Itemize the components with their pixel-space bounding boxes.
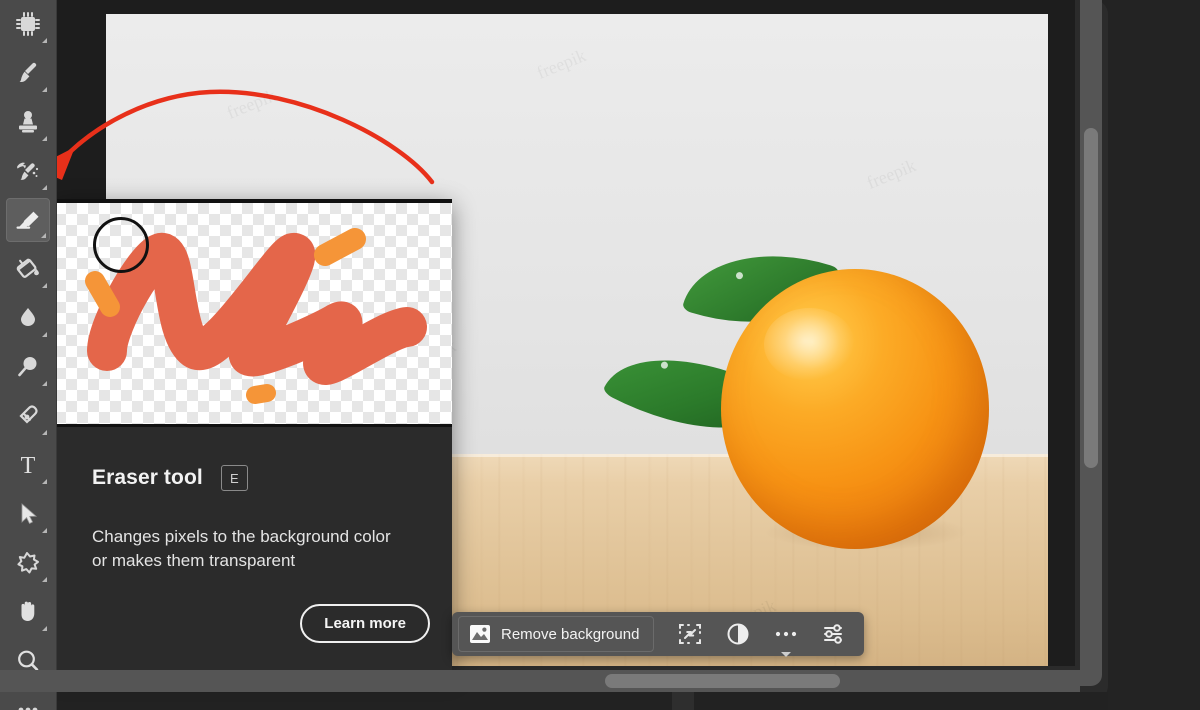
flyout-corner-icon [42,332,47,337]
tool-type[interactable]: T [6,443,50,487]
chip-dashed-icon [16,12,40,36]
more-options-button[interactable] [762,615,810,657]
flyout-corner-icon [42,136,47,141]
tooltip-body: Eraser tool E Changes pixels to the back… [55,427,452,670]
flyout-corner-icon [41,233,46,238]
flyout-corner-icon [42,626,47,631]
horizontal-scrollbar-thumb[interactable] [605,674,840,688]
healing-brush-icon [17,162,39,180]
eraser-icon [16,211,39,229]
orange-body [721,269,989,549]
flyout-corner-icon [42,381,47,386]
adjustments-button[interactable] [714,615,762,653]
chevron-down-icon [781,652,792,657]
tool-pen[interactable] [6,394,50,438]
horizontal-scrollbar[interactable] [0,670,1080,692]
contextual-task-bar[interactable]: Remove background [452,612,865,657]
dew-drop [659,360,669,370]
flyout-corner-icon [42,283,47,288]
hand-icon [21,601,35,621]
tooltip-title-row: Eraser tool E [92,465,452,491]
tooltip-description: Changes pixels to the background color o… [92,527,391,571]
dodge-lollipop-icon [18,357,37,377]
pen-nib-icon [19,405,38,424]
flyout-corner-icon [42,577,47,582]
tool-eraser[interactable] [6,198,50,242]
tooltip-title: Eraser tool [92,466,203,489]
remove-background-label: Remove background [501,625,640,643]
eraser-brush-cursor [93,217,149,273]
remove-background-button[interactable]: Remove background [458,616,655,652]
desktop-background [1108,0,1200,710]
image-icon [470,625,490,643]
vertical-scrollbar[interactable] [1080,0,1102,686]
window-bottom-bezel [0,692,1108,710]
tool-brush[interactable] [6,51,50,95]
flyout-corner-icon [42,479,47,484]
flyout-corner-icon [42,87,47,92]
water-drop-icon [21,308,35,326]
properties-button[interactable] [810,615,858,653]
flyout-corner-icon [42,185,47,190]
tool-clone-stamp[interactable] [6,100,50,144]
stamp-icon [19,111,37,133]
half-circle-contrast-icon [727,623,749,645]
sliders-icon [824,624,843,644]
tool-hand[interactable] [6,590,50,634]
ellipsis-icon [18,707,38,710]
transform-dashed-icon [679,624,702,644]
window-stand-notch [672,692,694,710]
dew-drop [735,270,744,280]
tool-dodge[interactable] [6,345,50,389]
flyout-corner-icon [42,528,47,533]
tool-select-subject[interactable] [6,2,50,46]
paint-bucket-icon [16,258,39,278]
eraser-tool-tooltip: Eraser tool E Changes pixels to the back… [55,199,452,670]
flyout-corner-icon [42,38,47,43]
ellipsis-icon [776,631,797,637]
tooltip-shortcut-badge: E [220,465,248,491]
tool-blur[interactable] [6,296,50,340]
tool-move[interactable] [6,492,50,536]
tool-spot-heal[interactable] [6,149,50,193]
learn-more-button[interactable]: Learn more [300,604,430,643]
vertical-scrollbar-thumb[interactable] [1084,128,1098,468]
tool-shape[interactable] [6,541,50,585]
screen: freepik freepik freepik freepik freepik … [0,0,1200,710]
tooltip-preview-image [55,199,452,427]
tool-paint-bucket[interactable] [6,247,50,291]
text-t-icon: T [21,453,36,478]
svg-text:T: T [21,453,36,478]
left-tool-rail[interactable]: T [0,0,57,710]
blob-shape-icon [17,552,39,574]
select-subject-button[interactable] [666,615,714,653]
paintbrush-icon [19,62,37,82]
flyout-corner-icon [42,430,47,435]
cursor-arrow-icon [21,503,38,525]
